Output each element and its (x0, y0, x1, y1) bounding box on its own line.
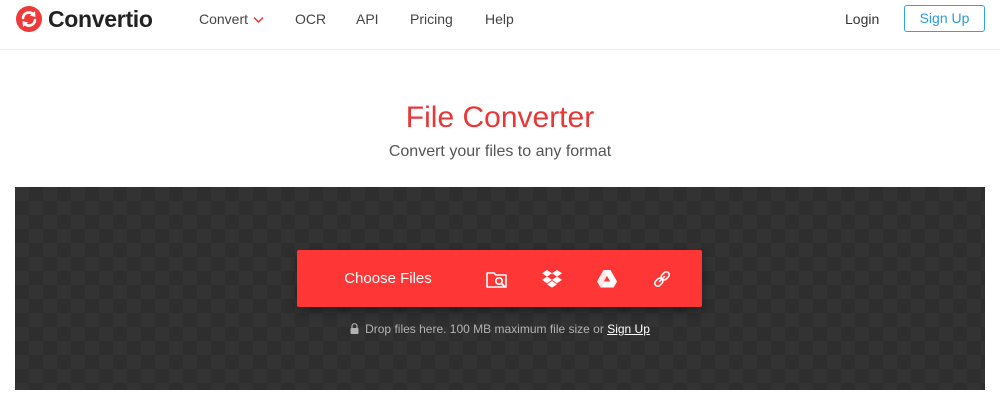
google-drive-icon[interactable] (595, 267, 619, 291)
drop-note-text: Drop files here. 100 MB maximum file siz… (365, 322, 604, 336)
folder-search-icon[interactable] (485, 267, 509, 291)
nav-convert[interactable]: Convert (199, 11, 264, 27)
nav-pricing[interactable]: Pricing (410, 11, 453, 27)
brand-name: Convertio (48, 5, 153, 32)
upload-bar: Choose Files (297, 250, 702, 307)
page-subtitle: Convert your files to any format (388, 143, 612, 160)
nav-api[interactable]: API (356, 11, 379, 27)
login-link[interactable]: Login (845, 11, 879, 27)
url-link-icon[interactable] (650, 267, 674, 291)
signup-button[interactable]: Sign Up (904, 5, 985, 32)
convertio-logo-icon (16, 6, 42, 32)
top-header: Convertio Convert OCR API Pricing Help L… (0, 0, 1000, 50)
page-title: File Converter (405, 101, 595, 134)
chevron-down-icon (253, 17, 264, 24)
nav-ocr[interactable]: OCR (295, 11, 326, 27)
nav-convert-label: Convert (199, 11, 249, 27)
drop-files-note: Drop files here. 100 MB maximum file siz… (15, 321, 985, 337)
logo[interactable]: Convertio (16, 6, 153, 32)
note-signup-link[interactable]: Sign Up (607, 322, 650, 336)
choose-files-button[interactable]: Choose Files (297, 250, 479, 307)
nav-help[interactable]: Help (485, 11, 514, 27)
file-drop-zone[interactable]: Choose Files Drop files here. 100 MB max… (15, 187, 985, 390)
lock-icon (350, 323, 359, 334)
dropbox-icon[interactable] (540, 267, 564, 291)
